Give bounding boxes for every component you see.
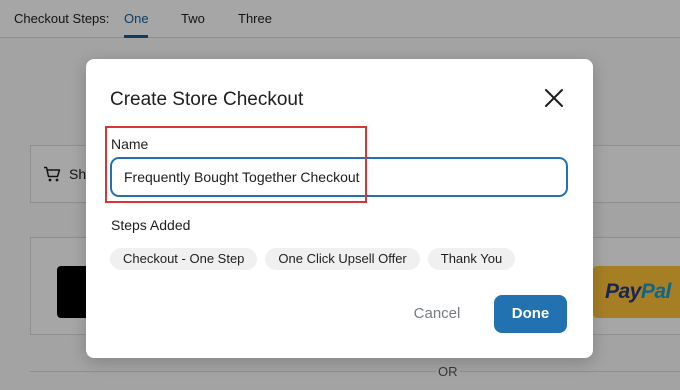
create-store-checkout-dialog: Create Store Checkout Name Steps Added C… — [86, 59, 593, 358]
cancel-button[interactable]: Cancel — [404, 295, 470, 333]
steps-added-label: Steps Added — [111, 217, 191, 233]
step-chip-checkout: Checkout - One Step — [110, 248, 258, 270]
done-button[interactable]: Done — [494, 295, 567, 333]
steps-added-list: Checkout - One Step One Click Upsell Off… — [110, 248, 516, 270]
close-icon[interactable] — [542, 86, 566, 110]
step-chip-thank-you: Thank You — [427, 248, 516, 270]
step-chip-upsell: One Click Upsell Offer — [265, 248, 420, 270]
dialog-title: Create Store Checkout — [110, 89, 304, 110]
name-label: Name — [111, 136, 149, 152]
checkout-name-input[interactable] — [110, 157, 568, 197]
